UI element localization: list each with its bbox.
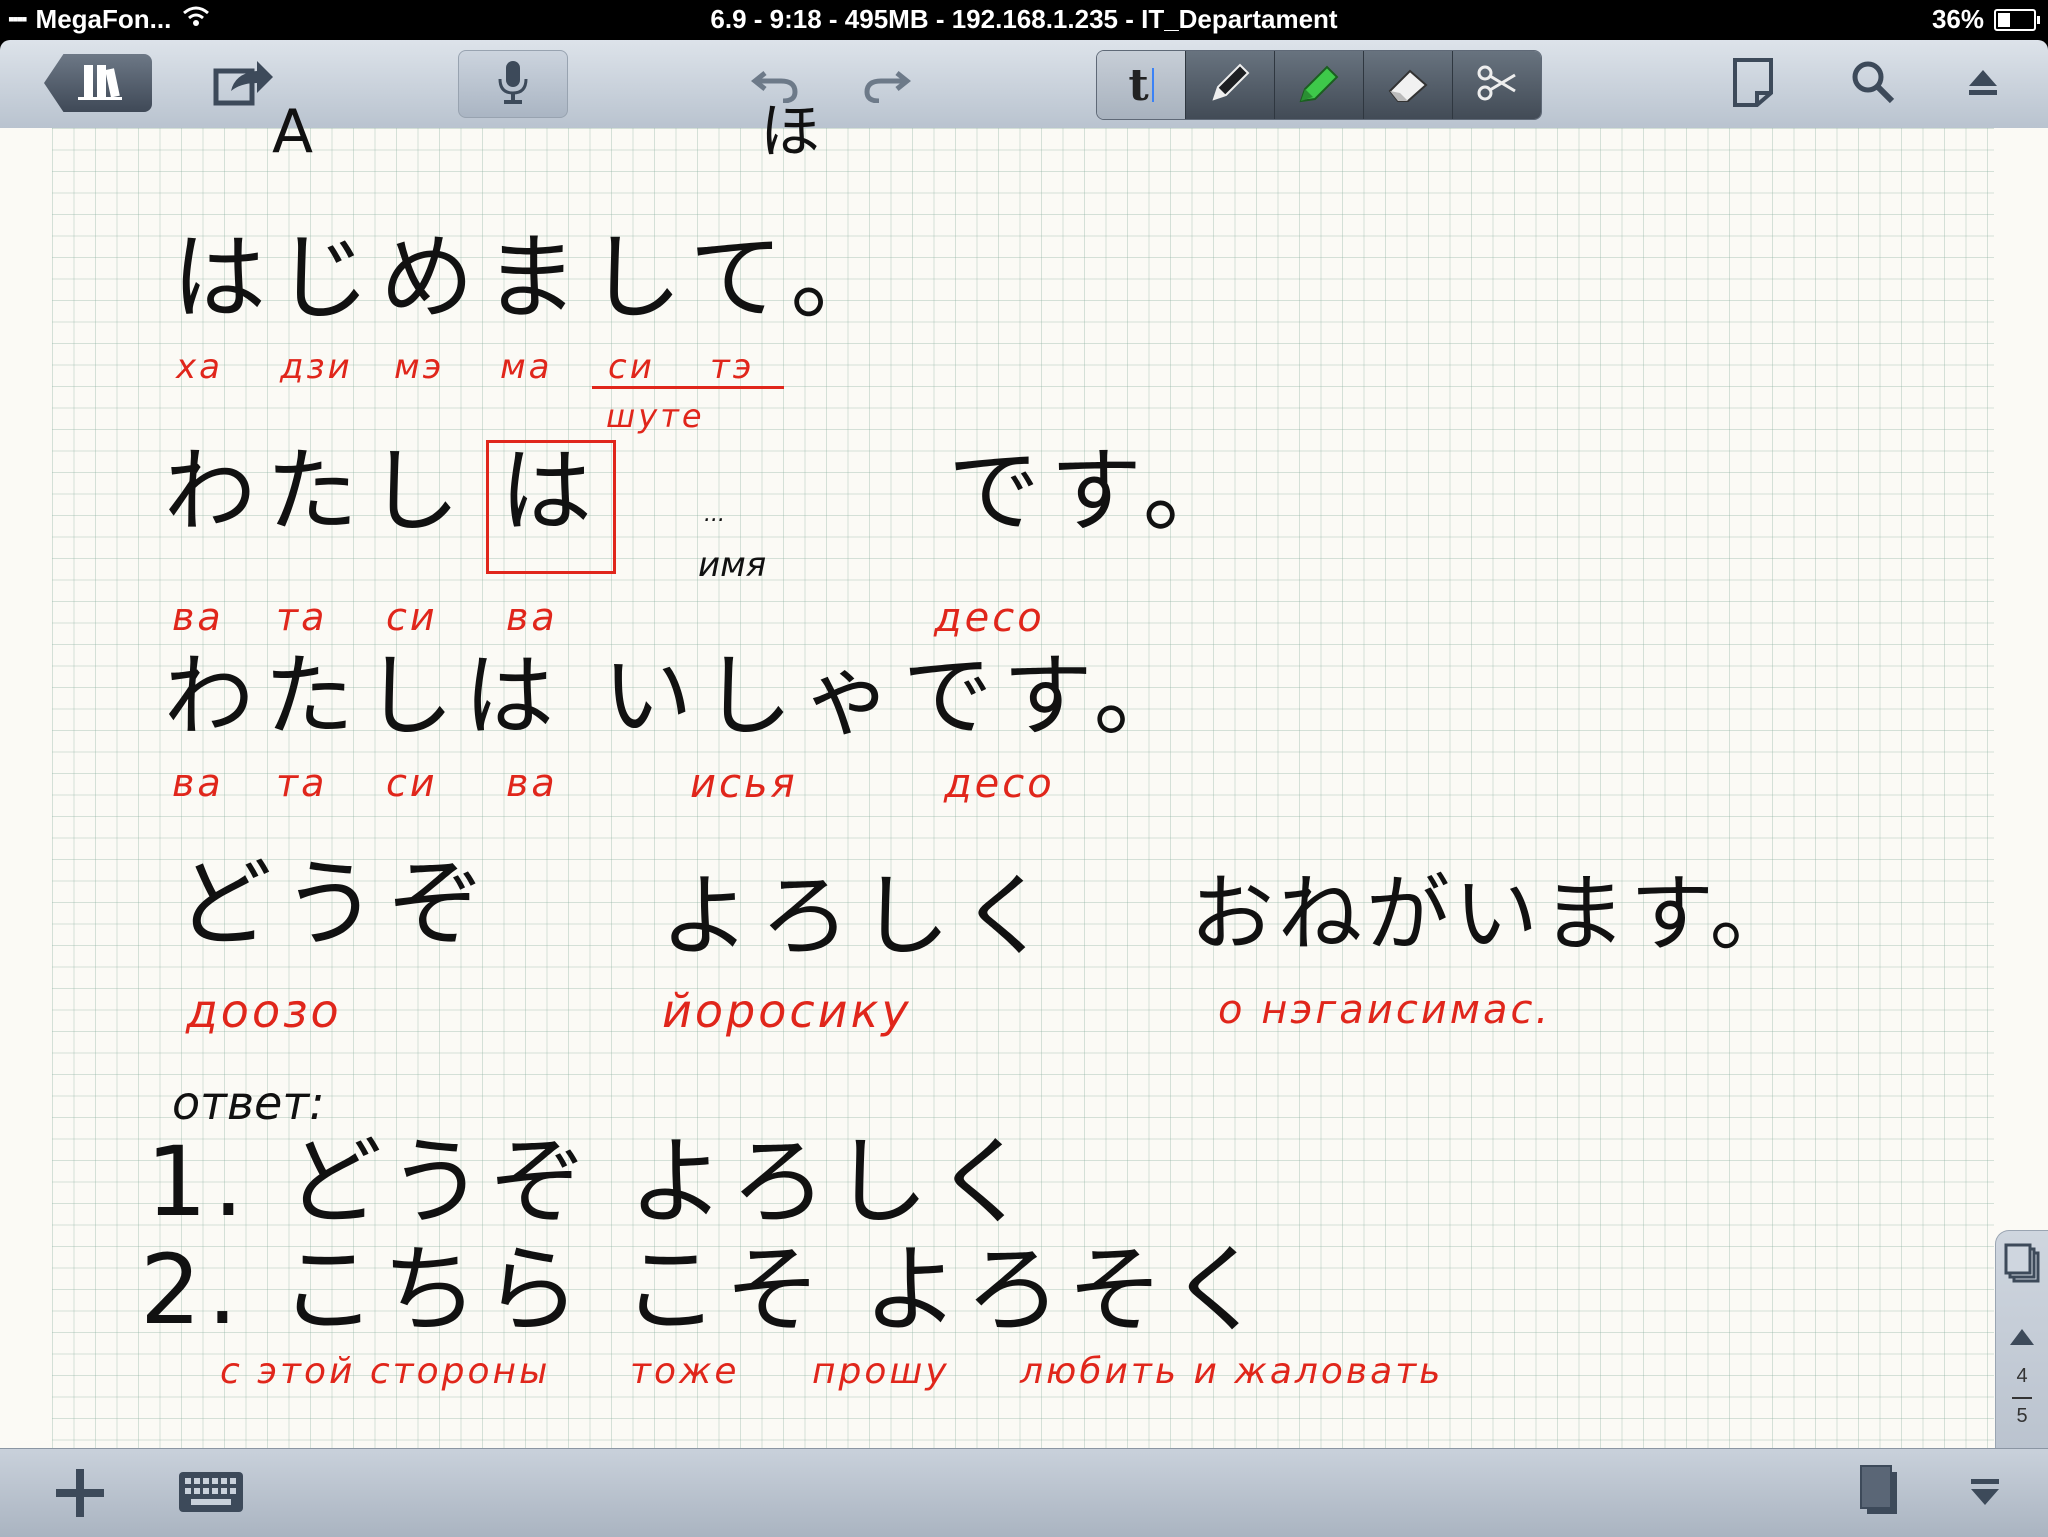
note-line3-reading-4: ва — [506, 761, 558, 805]
note-line1-reading-5: си — [608, 347, 655, 387]
new-page-icon — [1731, 57, 1775, 112]
note-line3-reading-1: ва — [172, 761, 224, 805]
eraser-icon — [1384, 59, 1432, 112]
keyboard-button[interactable] — [176, 1469, 246, 1519]
note-line2-reading-des: десо — [934, 595, 1045, 641]
search-icon — [1850, 59, 1896, 110]
note-line2-name-label: имя — [698, 545, 767, 585]
status-bar: ▪▪▪▪ MegaFon... 6.9 - 9:18 - 495MB - 192… — [0, 0, 2048, 40]
search-button[interactable] — [1846, 56, 1900, 112]
page-up-arrow-icon[interactable] — [2008, 1327, 2036, 1352]
eject-button[interactable] — [1958, 58, 2008, 110]
note-line2-reading-4: ва — [506, 595, 558, 639]
answer-line-2: 2. こちら こそ よろそく — [140, 1234, 1272, 1346]
documents-button[interactable] — [1852, 1463, 1906, 1523]
note-line3-reading-des: десо — [944, 761, 1055, 807]
library-button[interactable] — [44, 54, 152, 112]
microphone-icon — [496, 59, 530, 110]
note-line3-reading-3: си — [386, 761, 438, 805]
plus-icon — [54, 1467, 106, 1524]
answer-label: ответ: — [172, 1076, 325, 1130]
note-line1-correction: шуте — [606, 397, 705, 435]
keyboard-icon — [177, 1470, 245, 1519]
library-books-icon — [70, 61, 126, 106]
note-line4-reading-a: доозо — [186, 984, 342, 1038]
documents-icon — [1857, 1464, 1901, 1523]
battery-percent: 36% — [1931, 4, 1984, 34]
note-fragment-a: A — [272, 97, 324, 167]
note-fragment-b: ほ — [760, 97, 830, 167]
note-line4-japanese-c: おねがいます。 — [1190, 865, 1798, 963]
bottom-toolbar — [0, 1448, 2048, 1537]
share-button[interactable] — [212, 56, 276, 112]
eraser-tool-button[interactable] — [1364, 51, 1453, 119]
note-line1-reading-4: ма — [500, 347, 553, 387]
answer2-translation-1: с этой стороны — [220, 1351, 551, 1392]
note-line4-japanese-a: どうぞ — [176, 848, 494, 960]
note-line2-japanese-a: わたし — [164, 438, 471, 545]
eject-icon — [1965, 64, 2001, 105]
collapse-button[interactable] — [1962, 1469, 2008, 1519]
battery-icon — [1994, 8, 2040, 31]
note-line1-reading-2: дзи — [280, 347, 353, 387]
note-line2-dots: ... — [704, 502, 725, 527]
answer-line-1: 1. どうぞ よろしく — [146, 1126, 1037, 1238]
note-line2-japanese-b: です。 — [948, 438, 1245, 545]
total-pages-number: 5 — [2016, 1405, 2028, 1427]
handwriting-layer: A ほ はじめまして。 ха дзи мэ ма си тэ шуте わたし … — [0, 102, 2048, 1448]
text-tool-icon: t — [1128, 59, 1149, 111]
redo-button[interactable] — [858, 60, 916, 110]
drawing-tools-group: t — [1096, 50, 1542, 120]
page-divider — [2012, 1397, 2032, 1399]
scissors-icon — [1473, 59, 1521, 112]
text-cursor-icon — [1151, 68, 1154, 102]
dictation-button[interactable] — [458, 50, 568, 118]
note-line2-reading-2: та — [276, 595, 328, 639]
note-line1-reading-6: тэ — [710, 347, 755, 387]
status-center-text: 6.9 - 9:18 - 495MB - 192.168.1.235 - IT_… — [710, 4, 1338, 34]
notebook-page[interactable]: A ほ はじめまして。 ха дзи мэ ма си тэ шуте わたし … — [0, 102, 2048, 1486]
highlighter-icon — [1295, 59, 1343, 112]
note-line3-reading-isya: исья — [690, 761, 798, 807]
pages-stack-icon[interactable] — [2004, 1243, 2042, 1290]
current-page-number: 4 — [2016, 1365, 2028, 1387]
note-line2-reading-1: ва — [172, 595, 224, 639]
pen-icon — [1206, 59, 1254, 112]
note-line2-reading-3: си — [386, 595, 438, 639]
scissors-tool-button[interactable] — [1453, 51, 1541, 119]
note-line1-reading-1: ха — [176, 347, 223, 387]
highlighter-tool-button[interactable] — [1275, 51, 1364, 119]
note-line4-japanese-b: よろしく — [660, 864, 1060, 969]
redo-icon — [863, 63, 912, 108]
answer2-translation-4: любить и жаловать — [1020, 1351, 1444, 1392]
add-button[interactable] — [50, 1467, 110, 1523]
note-line3-reading-2: та — [276, 761, 328, 805]
collapse-down-icon — [1968, 1475, 2002, 1514]
new-page-button[interactable] — [1726, 56, 1780, 112]
answer2-translation-2: тоже — [630, 1351, 740, 1392]
note-line3-japanese: わたしは いしゃです。 — [164, 644, 1194, 749]
answer2-translation-3: прошу — [812, 1351, 950, 1392]
pen-tool-button[interactable] — [1186, 51, 1275, 119]
note-line2-particle: は — [500, 438, 603, 545]
note-line4-reading-c: о нэгаисимас. — [1218, 987, 1552, 1033]
note-line1-japanese: はじめまして。 — [172, 224, 895, 333]
note-line1-underline — [592, 386, 784, 389]
note-line4-reading-b: йоросику — [662, 984, 912, 1038]
text-tool-button[interactable]: t — [1097, 51, 1186, 119]
share-arrow-icon — [213, 57, 275, 112]
note-line1-reading-3: мэ — [394, 347, 445, 387]
